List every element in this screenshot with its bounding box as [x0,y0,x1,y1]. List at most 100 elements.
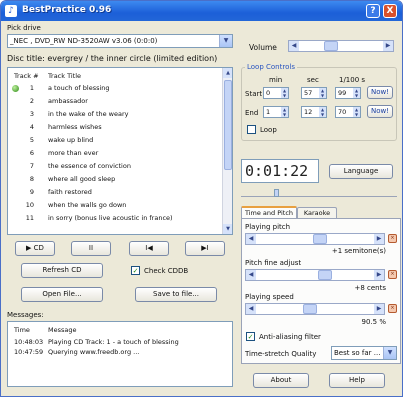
fine-slider[interactable]: ◀ ▶ [245,269,385,281]
speed-slider-thumb[interactable] [303,304,317,314]
chevron-down-icon[interactable]: ▼ [219,35,232,47]
help-button[interactable]: Help [329,373,385,388]
reset-speed-icon[interactable]: × [388,304,397,313]
loop-start-hundredths-value: 99 [338,89,347,97]
loop-start-min[interactable]: 0 ▲ ▼ [263,87,289,99]
window-title: BestPractice 0.96 [22,5,112,15]
loop-end-label: End [245,109,259,117]
position-thumb[interactable] [274,189,279,197]
loop-min-header: min [269,76,283,84]
loop-start-sec[interactable]: 57 ▲ ▼ [301,87,327,99]
track-row[interactable]: 8 where all good sleep [8,174,232,184]
loop-end-hundredths[interactable]: 70 ▲ ▼ [335,106,361,118]
chevron-right-icon[interactable]: ▶ [374,270,384,280]
drive-select[interactable]: _NEC , DVD_RW ND-3520AW v3.06 (0:0:0) ▼ [7,34,233,48]
chevron-left-icon[interactable]: ◀ [289,41,299,51]
track-title: the essence of conviction [48,162,131,170]
message-row[interactable]: 10:47:59 Querying www.freedb.org ... [8,347,232,357]
track-list[interactable]: Track # Track Title 1 a touch of blessing… [7,67,233,235]
messages-list[interactable]: Time Message 10:48:03 Playing CD Track: 1… [7,321,233,387]
track-row[interactable]: 5 wake up blind [8,135,232,145]
chevron-left-icon[interactable]: ◀ [246,304,256,314]
spin-arrows-icon[interactable]: ▲ ▼ [319,107,326,117]
fine-slider-thumb[interactable] [318,270,332,280]
track-row[interactable]: 7 the essence of conviction [8,161,232,171]
message-time: 10:47:59 [14,348,44,356]
track-row[interactable]: 1 a touch of blessing [8,83,232,93]
app-icon: ♪ [5,5,17,17]
track-row[interactable]: 2 ambassador [8,96,232,106]
scroll-thumb[interactable] [224,80,232,170]
volume-slider[interactable]: ◀ ▶ [288,40,394,52]
track-list-scrollbar[interactable]: ▲ ▼ [222,68,232,234]
loop-start-hundredths[interactable]: 99 ▲ ▼ [335,87,361,99]
disc-title: Disc title: evergrey / the inner circle … [7,54,218,63]
title-bar[interactable]: ♪ BestPractice 0.96 ? X [1,1,402,21]
track-number: 7 [29,162,34,170]
scroll-up-icon[interactable]: ▲ [223,68,232,78]
scroll-down-icon[interactable]: ▼ [223,224,232,234]
loop-start-min-value: 0 [266,89,271,97]
loop-end-now-button[interactable]: Now! [367,105,393,118]
track-title: where all good sleep [48,175,116,183]
save-to-file-button[interactable]: Save to file... [135,287,217,302]
loop-checkbox-label: Loop [260,126,277,134]
message-row[interactable]: 10:48:03 Playing CD Track: 1 - a touch of… [8,337,232,347]
close-icon[interactable]: X [383,4,397,18]
next-track-button[interactable]: ▶I [185,241,225,256]
spin-arrows-icon[interactable]: ▲ ▼ [281,88,288,98]
volume-slider-thumb[interactable] [324,41,338,51]
spin-arrows-icon[interactable]: ▲ ▼ [281,107,288,117]
loop-start-now-button[interactable]: Now! [367,86,393,99]
track-number: 1 [29,84,34,92]
quality-select[interactable]: Best so far ... ▼ [331,346,397,360]
pitch-slider[interactable]: ◀ ▶ [245,233,385,245]
spin-arrows-icon[interactable]: ▲ ▼ [353,88,360,98]
loop-start-sec-value: 57 [304,89,313,97]
track-number: 3 [29,110,34,118]
pause-button[interactable]: II [71,241,111,256]
track-row[interactable]: 6 more than ever [8,148,232,158]
track-row[interactable]: 9 faith restored [8,187,232,197]
reset-fine-icon[interactable]: × [388,270,397,279]
spin-arrows-icon[interactable]: ▲ ▼ [319,88,326,98]
reset-pitch-icon[interactable]: × [388,234,397,243]
loop-end-min-value: 1 [266,108,271,116]
loop-end-min[interactable]: 1 ▲ ▼ [263,106,289,118]
refresh-cd-button[interactable]: Refresh CD [21,263,103,278]
antialias-checkbox[interactable]: ✓ [246,332,255,341]
chevron-right-icon[interactable]: ▶ [374,234,384,244]
col-time-header: Time [14,326,30,334]
chevron-left-icon[interactable]: ◀ [246,270,256,280]
loop-checkbox[interactable] [247,125,256,134]
open-file-button[interactable]: Open File... [21,287,103,302]
help-icon[interactable]: ? [366,4,380,18]
tab-time-and-pitch[interactable]: Time and Pitch [241,206,297,218]
track-title: ambassador [48,97,88,105]
loop-end-sec[interactable]: 12 ▲ ▼ [301,106,327,118]
fine-label: Pitch fine adjust [245,259,302,267]
loop-controls-title: Loop Controls [245,63,297,71]
track-row[interactable]: 4 harmless wishes [8,122,232,132]
about-button[interactable]: About [253,373,309,388]
check-cddb-checkbox[interactable]: ✓ [131,266,140,275]
col-title-header[interactable]: Track Title [48,71,81,81]
drive-select-value: _NEC , DVD_RW ND-3520AW v3.06 (0:0:0) [10,37,158,45]
track-row[interactable]: 3 in the wake of the weary [8,109,232,119]
col-track-header[interactable]: Track # [14,71,39,81]
messages-header: Time Message [8,325,232,335]
chevron-right-icon[interactable]: ▶ [374,304,384,314]
pitch-slider-thumb[interactable] [313,234,327,244]
play-cd-button[interactable]: ▶ CD [15,241,55,256]
track-row[interactable]: 10 when the walls go down [8,200,232,210]
previous-track-button[interactable]: I◀ [129,241,169,256]
language-button[interactable]: Language [329,164,393,179]
spin-arrows-icon[interactable]: ▲ ▼ [353,107,360,117]
track-number: 8 [29,175,34,183]
chevron-left-icon[interactable]: ◀ [246,234,256,244]
speed-slider[interactable]: ◀ ▶ [245,303,385,315]
position-track[interactable] [241,189,397,197]
chevron-right-icon[interactable]: ▶ [383,41,393,51]
track-row[interactable]: 11 in sorry (bonus live acoustic in franc… [8,213,232,223]
chevron-down-icon[interactable]: ▼ [383,347,396,359]
